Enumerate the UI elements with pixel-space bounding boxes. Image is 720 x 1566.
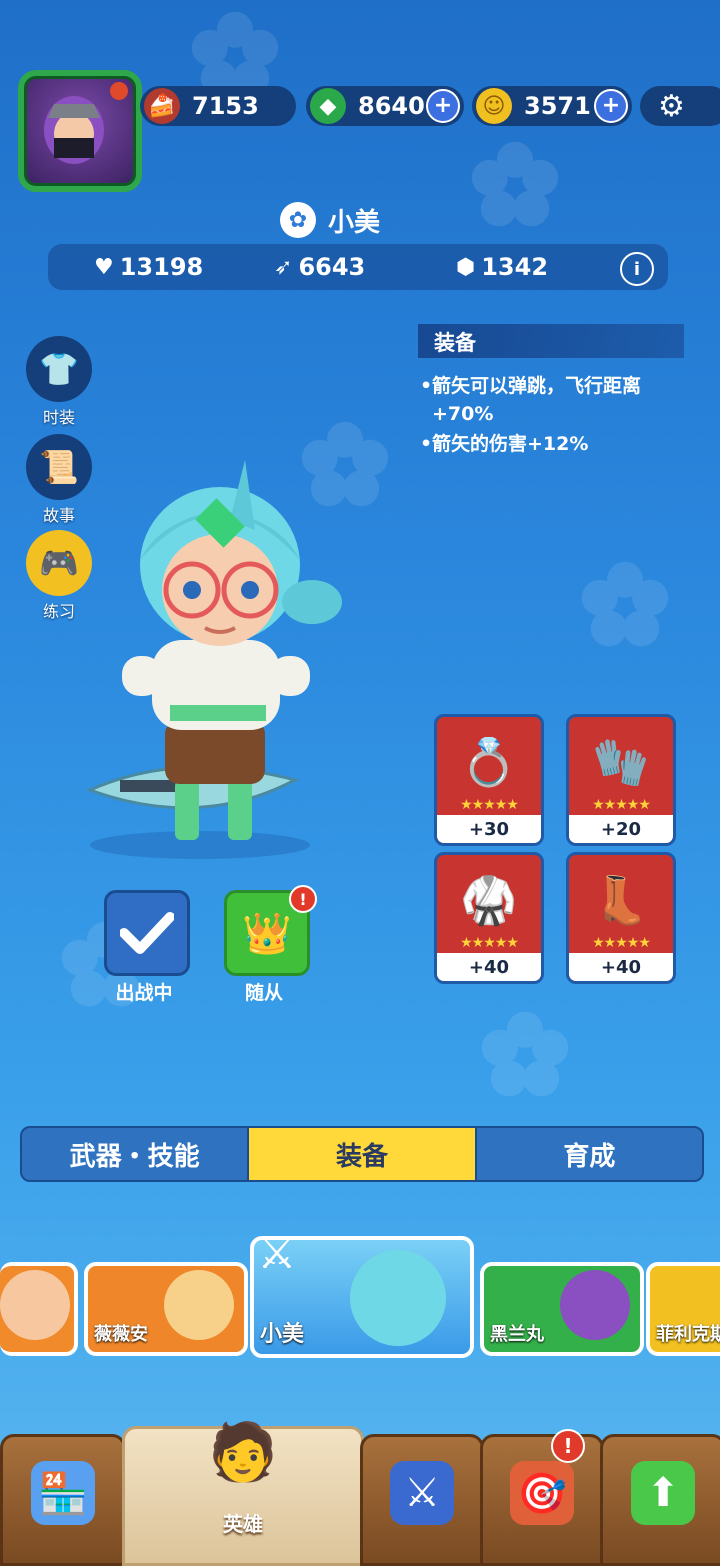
hero-card[interactable]: [0, 1262, 78, 1356]
shop-icon: 🏪: [31, 1461, 95, 1525]
alert-badge: !: [551, 1429, 585, 1463]
flower-decoration: [480, 1010, 570, 1100]
hero-card-name: 菲利克斯: [656, 1324, 720, 1345]
nav-hero-label: 英雄: [223, 1512, 263, 1536]
shield-icon: ⬢: [456, 254, 476, 280]
star-rating: ★★★★★: [592, 935, 651, 951]
equipment-bonus: +40: [569, 953, 673, 981]
cake-counter: 🍰 7153: [140, 86, 296, 126]
follower-button[interactable]: 👑 !: [224, 885, 317, 976]
attack-stat: ➶ 6643: [274, 244, 365, 290]
feather-attack-icon: ➶: [274, 254, 293, 280]
follower-label: 随从: [244, 982, 283, 1004]
coin-counter: ☺ 3571 +: [472, 86, 632, 126]
checkmark-icon: [120, 912, 174, 954]
gear-icon: ⚙: [658, 88, 685, 124]
player-avatar[interactable]: [18, 70, 142, 192]
winged-ring-icon: 💍: [460, 734, 518, 789]
armor-icon: 🥋: [460, 872, 518, 927]
tab-equipment[interactable]: 装备: [247, 1128, 477, 1180]
star-rating: ★★★★★: [460, 797, 519, 813]
star-rating: ★★★★★: [592, 797, 651, 813]
class-badge-icon: ✿: [280, 202, 316, 238]
cake-icon: 🍰: [144, 88, 180, 124]
hero-portrait: [560, 1270, 630, 1340]
equipment-slot-wing-ring[interactable]: 💍 ★★★★★ +30: [434, 714, 544, 846]
hero-card-name: 薇薇安: [94, 1324, 148, 1345]
hero-card-kurorammaru[interactable]: 黑兰丸: [480, 1262, 644, 1356]
glove-icon: 🧤: [592, 734, 650, 789]
equipment-slot-armor[interactable]: 🥋 ★★★★★ +40: [434, 852, 544, 984]
star-rating: ★★★★★: [460, 935, 519, 951]
hero-portrait: [164, 1270, 234, 1340]
heart-icon: ♥: [94, 254, 114, 280]
hero-card-vivian[interactable]: 薇薇安: [84, 1262, 248, 1356]
deploy-label: 出战中: [115, 982, 173, 1004]
gem-counter: ◆ 8640 +: [306, 86, 464, 126]
flower-decoration: [470, 140, 560, 230]
defense-stat: ⬢ 1342: [456, 244, 548, 290]
hero-name-row: ✿ 小美: [280, 202, 380, 238]
nav-battle[interactable]: ⚔: [360, 1434, 484, 1566]
costume-label: 时装: [42, 408, 75, 427]
nav-upgrade[interactable]: ⬆: [600, 1434, 720, 1566]
crossed-swords-icon: ⚔: [257, 1227, 297, 1279]
nav-target[interactable]: 🎯 !: [480, 1429, 604, 1566]
defense-value: 1342: [481, 253, 549, 281]
shirt-icon: 👕: [26, 336, 92, 402]
attack-value: 6643: [298, 253, 366, 281]
hero-name: 小美: [328, 207, 381, 238]
info-icon[interactable]: i: [620, 252, 654, 286]
hero-portrait: [350, 1250, 446, 1346]
add-coins-button[interactable]: +: [594, 89, 628, 123]
hero-card-name: 黑兰丸: [490, 1324, 544, 1345]
alert-badge: !: [289, 885, 317, 913]
bullet: •: [420, 375, 433, 397]
gem-value: 8640: [358, 92, 425, 120]
hero-character-model[interactable]: [80, 450, 350, 860]
health-stat: ♥ 13198: [94, 244, 203, 290]
coin-icon: ☺: [476, 88, 512, 124]
equipment-desc-title: 装备: [434, 331, 476, 355]
equipment-desc-1: 箭矢可以弹跳，飞行距离+70%: [432, 375, 642, 425]
settings-button[interactable]: ⚙: [640, 86, 720, 126]
hero-portrait: [0, 1270, 70, 1340]
deploy-status-button[interactable]: [104, 890, 190, 976]
flower-decoration: [580, 560, 670, 650]
equipment-bonus: +40: [437, 953, 541, 981]
boots-icon: 👢: [592, 872, 650, 927]
nav-hero[interactable]: 🧑 英雄: [122, 1420, 364, 1566]
hero-card-name: 小美: [260, 1322, 305, 1347]
health-value: 13198: [119, 253, 204, 281]
equipment-desc-line: • 箭矢可以弹跳，飞行距离+70%: [420, 372, 680, 428]
hero-tabs: 武器・技能 装备 育成: [20, 1126, 704, 1182]
costume-button[interactable]: 👕 时装: [26, 336, 92, 428]
add-gems-button[interactable]: +: [426, 89, 460, 123]
battle-icon: ⚔: [390, 1461, 454, 1525]
ninja-portrait-icon: [44, 96, 104, 164]
equipment-bonus: +20: [569, 815, 673, 843]
notification-dot: [110, 82, 128, 100]
hero-card-felix[interactable]: 菲利克斯: [646, 1262, 720, 1356]
equipment-desc-line: • 箭矢的伤害+12%: [420, 430, 680, 458]
crown-smile-icon: 👑: [242, 910, 292, 957]
equipment-bonus: +30: [437, 815, 541, 843]
coin-value: 3571: [524, 92, 591, 120]
hero-stats-bar: ♥ 13198 ➶ 6643 ⬢ 1342 i: [48, 244, 668, 290]
tab-development[interactable]: 育成: [477, 1128, 702, 1180]
tab-weapon-skill[interactable]: 武器・技能: [22, 1128, 247, 1180]
cake-value: 7153: [192, 92, 259, 120]
target-icon: 🎯: [510, 1461, 574, 1525]
nav-shop[interactable]: 🏪: [0, 1434, 126, 1566]
bullet: •: [420, 433, 433, 455]
gem-icon: ◆: [310, 88, 346, 124]
equipment-slot-boots[interactable]: 👢 ★★★★★ +40: [566, 852, 676, 984]
hero-icon: 🧑: [208, 1420, 278, 1485]
equipment-desc-header: 装备: [418, 324, 684, 358]
upgrade-arrow-icon: ⬆: [631, 1461, 695, 1525]
equipment-desc-2: 箭矢的伤害+12%: [432, 433, 589, 455]
equipment-slot-glove[interactable]: 🧤 ★★★★★ +20: [566, 714, 676, 846]
